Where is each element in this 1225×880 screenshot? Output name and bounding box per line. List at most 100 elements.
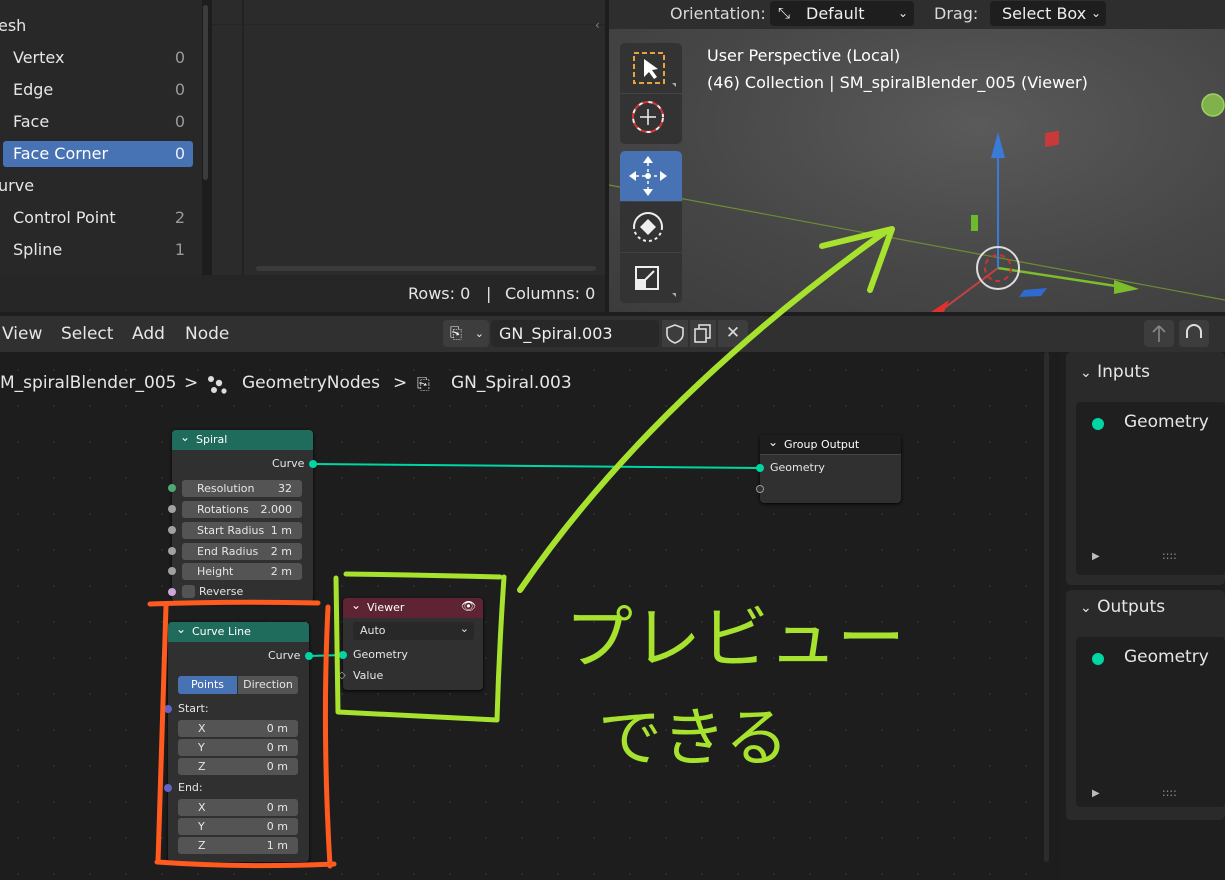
chevron-down-icon: ⌄ xyxy=(1090,6,1101,20)
input-socket[interactable] xyxy=(164,705,172,713)
reverse-checkbox[interactable] xyxy=(182,585,195,598)
cursor-tool[interactable] xyxy=(620,94,682,144)
tree-scrollbar[interactable] xyxy=(203,5,208,180)
parent-node-tree-button[interactable] xyxy=(1144,320,1174,347)
chevron-down-icon: ⌄ xyxy=(1080,365,1092,381)
menu-view[interactable]: View xyxy=(2,324,42,344)
mode-points-button[interactable]: Points xyxy=(178,676,237,694)
output-socket[interactable] xyxy=(305,652,313,660)
output-socket[interactable] xyxy=(309,460,317,468)
tree-item-face-corner[interactable]: Face Corner 0 xyxy=(3,141,193,167)
viewport-collection-label: (46) Collection | SM_spiralBlender_005 (… xyxy=(707,73,1088,92)
input-socket[interactable] xyxy=(339,651,347,659)
start-z-field[interactable]: Z0 m xyxy=(178,758,298,775)
play-icon[interactable]: ▶ xyxy=(1092,551,1100,562)
curve-line-node-title[interactable]: Curve Line xyxy=(168,619,309,642)
tree-item-control-point[interactable]: Control Point 2 xyxy=(0,205,193,231)
play-icon[interactable]: ▶ xyxy=(1092,788,1100,799)
tree-label: Face xyxy=(13,112,50,131)
3d-viewport[interactable] xyxy=(609,0,1225,312)
columns-count: Columns: 0 xyxy=(505,284,596,303)
node-group-name-field[interactable]: GN_Spiral.003 xyxy=(491,320,659,347)
rotate-icon xyxy=(633,212,663,242)
tree-count: 0 xyxy=(174,80,185,99)
input-socket[interactable] xyxy=(168,588,176,596)
start-radius-field[interactable]: Start Radius 1 m xyxy=(182,522,302,539)
input-socket[interactable] xyxy=(756,464,764,472)
drag-dropdown[interactable]: Select Box ⌄ xyxy=(990,1,1106,26)
tree-item-spline[interactable]: Spline 1 xyxy=(0,237,193,263)
tree-count: 0 xyxy=(174,144,185,163)
collapse-chevron-icon[interactable]: ‹ xyxy=(595,18,600,32)
start-y-field[interactable]: Y0 m xyxy=(178,739,298,756)
tree-item-vertex[interactable]: Vertex 0 xyxy=(0,45,193,71)
viewer-domain-dropdown[interactable]: Auto ⌄ xyxy=(353,622,474,640)
snap-button[interactable] xyxy=(1179,320,1209,347)
field-value: 0 m xyxy=(266,820,288,833)
spiral-node-title[interactable]: Spiral xyxy=(172,427,313,450)
end-radius-field[interactable]: End Radius 2 m xyxy=(182,543,302,560)
spiral-output-curve: Curve xyxy=(272,457,305,470)
input-socket[interactable] xyxy=(164,784,172,792)
chevron-down-icon: ⌄ xyxy=(1080,600,1092,616)
node-group-browse-button[interactable]: ⎘ ⌄ xyxy=(443,320,489,347)
input-socket[interactable] xyxy=(168,547,176,555)
scale-tool[interactable] xyxy=(620,253,682,303)
orientation-label: Orientation: xyxy=(670,4,766,23)
inputs-panel-header[interactable]: ⌄ Inputs xyxy=(1080,362,1150,382)
reverse-label: Reverse xyxy=(199,585,244,598)
eye-icon[interactable]: 👁 xyxy=(461,599,476,613)
cursor-icon xyxy=(632,101,664,133)
drag-handle-icon[interactable]: :::: xyxy=(1162,549,1177,562)
input-socket[interactable] xyxy=(168,484,176,492)
tree-item-edge[interactable]: Edge 0 xyxy=(0,77,193,103)
move-tool[interactable] xyxy=(620,151,682,201)
rotations-field[interactable]: Rotations 2.000 xyxy=(182,501,302,518)
mode-direction-button[interactable]: Direction xyxy=(238,676,298,694)
transform-orientation-icon: ⤡ xyxy=(778,4,791,22)
field-value: 0 m xyxy=(266,801,288,814)
orientation-dropdown[interactable]: ⤡ Default ⌄ xyxy=(770,1,914,26)
outputs-list[interactable]: Geometry ▶ :::: xyxy=(1076,637,1225,807)
tree-label: urve xyxy=(0,176,35,195)
input-socket[interactable] xyxy=(168,567,176,575)
canvas-scrollbar[interactable] xyxy=(1044,352,1049,862)
node-tree-icon: ⎘ xyxy=(450,324,463,342)
height-field[interactable]: Height 2 m xyxy=(182,563,302,580)
tree-label: esh xyxy=(0,16,27,35)
select-box-icon xyxy=(633,52,676,87)
duplicate-button[interactable] xyxy=(690,320,716,347)
input-socket[interactable] xyxy=(168,505,176,513)
outputs-item-geometry[interactable]: Geometry xyxy=(1124,647,1209,667)
outputs-panel-header[interactable]: ⌄ Outputs xyxy=(1080,597,1165,617)
end-z-field[interactable]: Z1 m xyxy=(178,837,298,854)
fake-user-button[interactable] xyxy=(662,320,688,347)
group-output-title[interactable]: Group Output xyxy=(760,432,901,455)
tree-header-mesh[interactable]: esh xyxy=(0,13,193,39)
menu-select[interactable]: Select xyxy=(61,324,113,344)
drag-handle-icon[interactable]: :::: xyxy=(1162,786,1177,799)
resolution-field[interactable]: Resolution 32 xyxy=(182,480,302,497)
tree-item-face[interactable]: Face 0 xyxy=(0,109,193,135)
rotate-tool[interactable] xyxy=(620,202,682,252)
inputs-item-geometry[interactable]: Geometry xyxy=(1124,412,1209,432)
inputs-list[interactable]: Geometry ▶ :::: xyxy=(1076,402,1225,575)
select-box-tool[interactable] xyxy=(620,43,682,93)
empty-socket[interactable] xyxy=(756,485,764,493)
tree-header-curve[interactable]: urve xyxy=(0,173,193,199)
diamond-socket-icon[interactable]: ◇ xyxy=(338,670,346,681)
menu-node[interactable]: Node xyxy=(185,324,229,344)
close-icon[interactable]: ✕ xyxy=(718,320,748,347)
end-y-field[interactable]: Y0 m xyxy=(178,818,298,835)
menu-add[interactable]: Add xyxy=(132,324,165,344)
arrow-up-icon xyxy=(1152,325,1166,342)
viewer-input-value: Value xyxy=(353,669,384,682)
grid-scrollbar[interactable] xyxy=(256,266,596,271)
tree-count: 0 xyxy=(174,48,185,67)
chevron-down-icon: ⌄ xyxy=(459,622,469,635)
end-label: End: xyxy=(178,781,203,794)
end-x-field[interactable]: X0 m xyxy=(178,799,298,816)
input-socket[interactable] xyxy=(168,526,176,534)
inputs-title: Inputs xyxy=(1097,362,1151,382)
start-x-field[interactable]: X0 m xyxy=(178,720,298,737)
